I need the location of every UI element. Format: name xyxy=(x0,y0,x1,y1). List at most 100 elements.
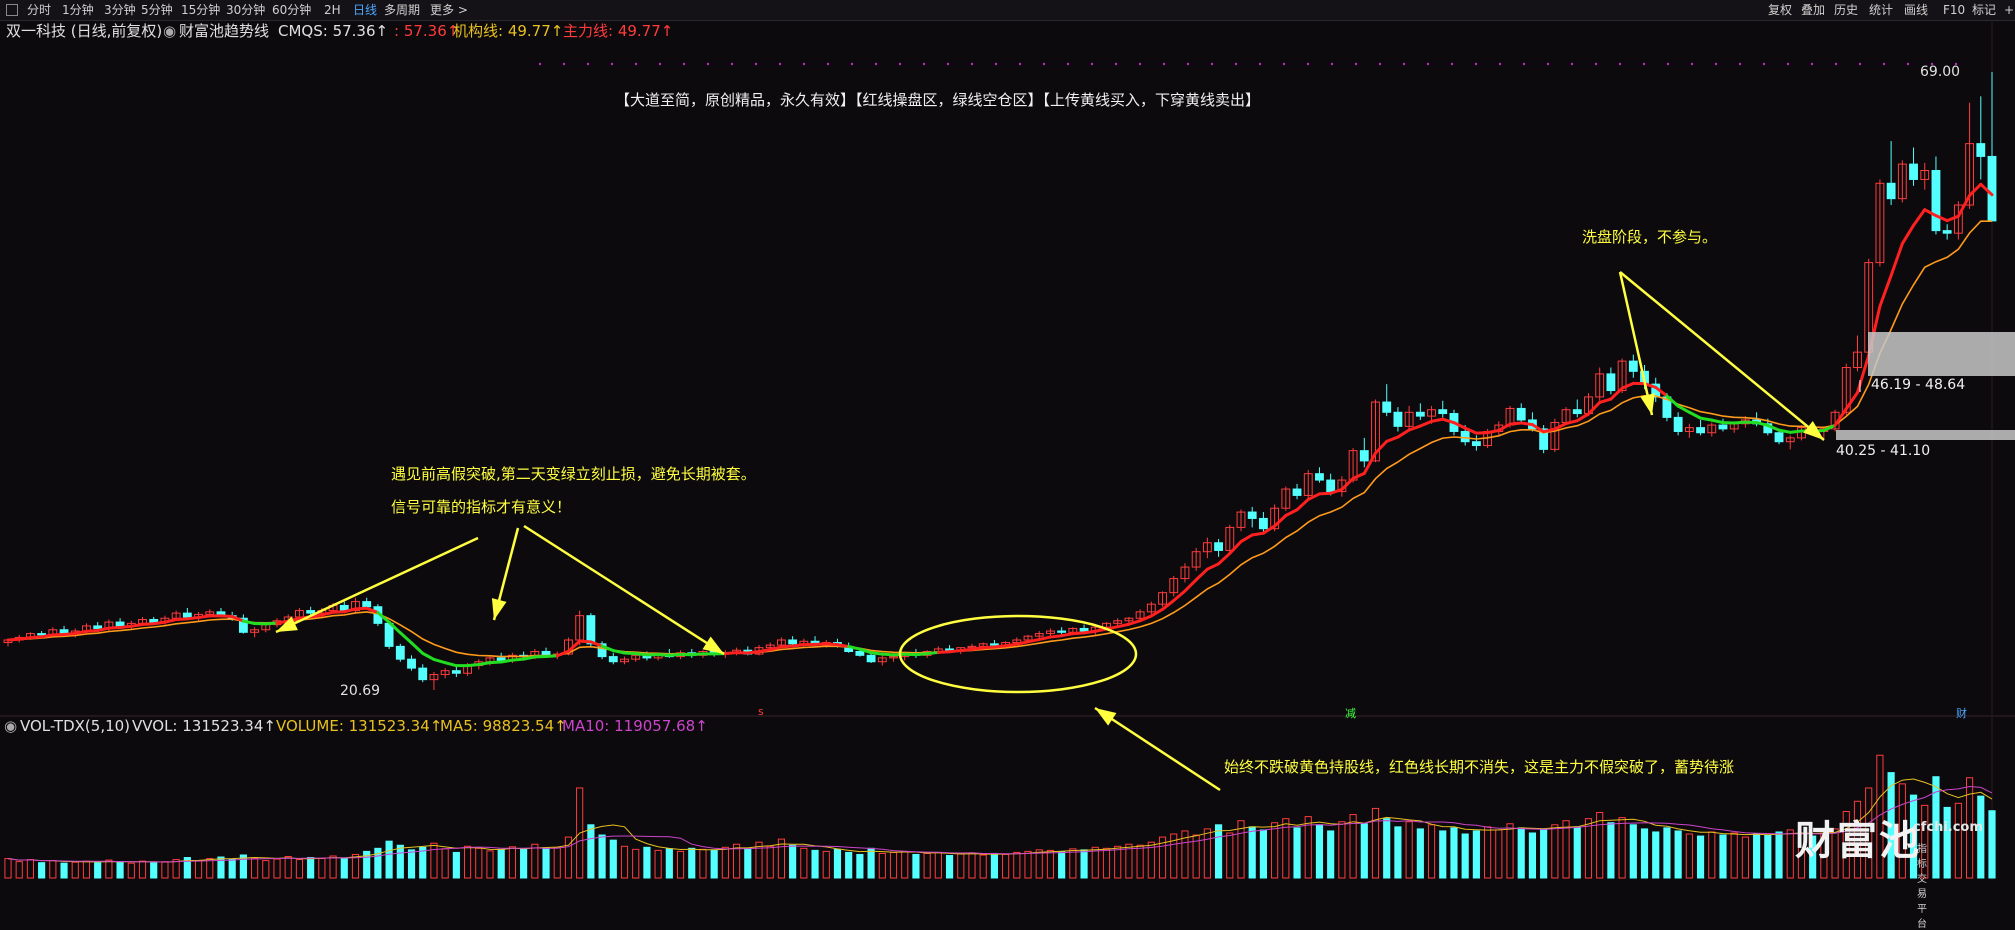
trend-line-segment xyxy=(972,648,983,650)
volume-bar xyxy=(1294,828,1300,878)
volume-bar xyxy=(1697,836,1703,878)
volume-bar xyxy=(644,847,650,878)
strategy-banner: 【大道至简，原创精品，永久有效】【红线操盘区，绿线空仓区】【上传黄线买入，下穿黄… xyxy=(615,89,1260,110)
volume-bar xyxy=(1485,827,1491,878)
sell-marker: s xyxy=(758,705,764,718)
lower-zone-box xyxy=(1836,430,2015,440)
volume-bar xyxy=(722,847,728,878)
volume-bar xyxy=(532,844,538,878)
candle-body xyxy=(452,671,460,674)
volume-bar xyxy=(319,859,325,878)
volume-bar xyxy=(1989,811,1995,878)
volume-bar xyxy=(252,858,258,878)
trend-line-segment xyxy=(546,656,557,657)
volume-bar xyxy=(509,847,515,878)
trend-line-segment xyxy=(748,651,759,653)
volume-bar xyxy=(554,847,560,878)
trend-line-segment xyxy=(1196,569,1207,580)
annotation-arrow-head xyxy=(1640,393,1655,415)
trend-line-segment xyxy=(1521,423,1532,425)
volume-bar xyxy=(498,849,504,878)
volume-bar xyxy=(39,863,45,878)
candle-body xyxy=(1775,433,1783,442)
trend-line-segment xyxy=(591,642,602,646)
volume-bar xyxy=(1473,831,1479,878)
chart-area[interactable] xyxy=(0,0,2015,880)
candle-body xyxy=(789,640,797,644)
trend-line-segment xyxy=(793,645,804,646)
trend-line-segment xyxy=(1488,430,1499,432)
trend-line-segment xyxy=(1286,510,1297,516)
volume-bar xyxy=(834,849,840,878)
volume-bar xyxy=(1227,833,1233,878)
volume-bar xyxy=(1675,831,1681,878)
volume-bar xyxy=(610,840,616,878)
volume-bar xyxy=(621,846,627,878)
trend-line-segment xyxy=(1050,636,1061,637)
trend-line-segment xyxy=(64,633,75,634)
candle-body xyxy=(1943,231,1951,234)
trend-line-segment xyxy=(658,655,669,656)
candle-body xyxy=(1517,408,1525,420)
top-dot-mark xyxy=(1163,63,1165,65)
volume-bar xyxy=(1014,852,1020,878)
volume-bar xyxy=(1025,851,1031,878)
top-dot-mark xyxy=(1403,63,1405,65)
upper-zone-label: 46.19 - 48.64 xyxy=(1871,377,1965,393)
trend-line-segment xyxy=(1914,210,1925,226)
top-dot-mark xyxy=(707,63,709,65)
annotation-arrow-shaft xyxy=(524,526,724,654)
volume-indicator-name[interactable]: VOL-TDX(5,10) xyxy=(20,717,130,735)
trend-line-segment xyxy=(815,644,826,645)
volume-bar xyxy=(16,862,22,878)
trend-line-segment xyxy=(1734,422,1745,423)
candle-body xyxy=(1058,631,1066,632)
candle-body xyxy=(38,634,46,635)
candle-body xyxy=(1719,425,1727,429)
volume-bar xyxy=(913,854,919,878)
top-dot-mark xyxy=(899,63,901,65)
top-dot-mark xyxy=(1739,63,1741,65)
candle-body xyxy=(1573,410,1581,414)
candle-body xyxy=(1248,512,1256,518)
trend-line-segment xyxy=(221,616,232,617)
trend-line-segment xyxy=(1219,553,1230,563)
volume-bar xyxy=(1272,823,1278,878)
trend-line-segment xyxy=(1275,515,1286,526)
trend-line-segment xyxy=(557,651,568,656)
trend-line-segment xyxy=(1118,624,1129,626)
candle-body xyxy=(1383,402,1391,412)
upper-zone-box xyxy=(1868,332,2015,376)
volume-bar xyxy=(745,848,751,878)
top-dot-mark xyxy=(1067,63,1069,65)
top-dot-mark xyxy=(1451,63,1453,65)
trend-line-segment xyxy=(580,641,591,642)
trend-line-segment xyxy=(781,646,792,647)
top-dot-mark xyxy=(1355,63,1357,65)
volume-bar xyxy=(207,859,213,878)
volume-toggle-icon[interactable]: ◉ xyxy=(4,717,17,735)
volume-bar xyxy=(846,852,852,878)
volume-bar xyxy=(308,858,314,878)
trend-line-segment xyxy=(983,647,994,648)
trend-line-segment xyxy=(994,646,1005,647)
volume-bar xyxy=(1955,803,1961,878)
volume-bar xyxy=(1372,808,1378,878)
volume-bar xyxy=(83,861,89,878)
top-dot-mark xyxy=(1379,63,1381,65)
candle-body xyxy=(867,655,875,661)
volume-bar xyxy=(1451,828,1457,878)
volume-bar xyxy=(1978,796,1984,878)
volume-bar xyxy=(1686,834,1692,878)
top-dot-mark xyxy=(1475,63,1477,65)
trend-line-segment xyxy=(1757,423,1768,426)
top-dot-mark xyxy=(1811,63,1813,65)
trend-line-segment xyxy=(75,631,86,633)
candle-body xyxy=(116,622,124,626)
candle-body xyxy=(1461,431,1469,441)
top-dot-mark xyxy=(683,63,685,65)
trend-line-segment xyxy=(8,639,19,640)
top-dot-mark xyxy=(1715,63,1717,65)
volume-bar xyxy=(173,860,179,878)
top-dot-mark xyxy=(779,63,781,65)
